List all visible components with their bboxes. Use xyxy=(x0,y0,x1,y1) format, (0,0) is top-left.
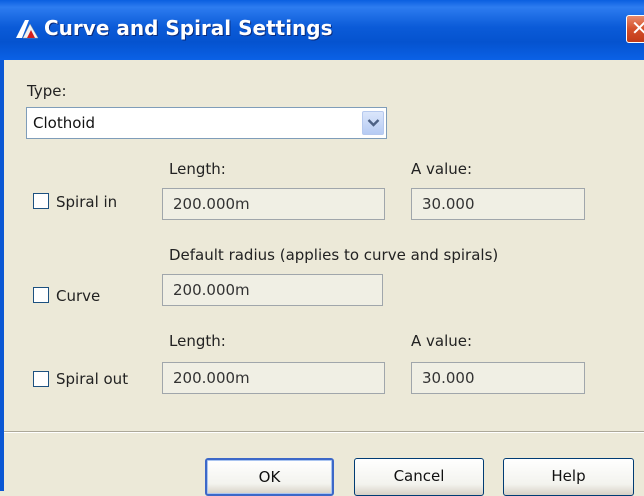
spiral-out-a-value-field[interactable]: 30.000 xyxy=(411,362,585,394)
spiral-in-checkbox[interactable] xyxy=(33,193,49,209)
spiral-out-a-value-label: A value: xyxy=(411,332,473,350)
spiral-in-a-value-label: A value: xyxy=(411,160,473,178)
spiral-out-checkbox[interactable] xyxy=(33,371,49,387)
spiral-in-a-value-field[interactable]: 30.000 xyxy=(411,188,585,220)
ok-button[interactable]: OK xyxy=(205,458,334,496)
default-radius-value: 200.000m xyxy=(173,281,250,299)
app-icon xyxy=(14,18,40,40)
spiral-in-length-label: Length: xyxy=(169,160,226,178)
spiral-out-length-value: 200.000m xyxy=(173,369,250,387)
title-bar[interactable]: Curve and Spiral Settings ✕ xyxy=(0,0,644,60)
curve-checkbox[interactable] xyxy=(33,287,49,303)
default-radius-label: Default radius (applies to curve and spi… xyxy=(169,246,499,264)
close-icon: ✕ xyxy=(631,16,644,40)
window-title: Curve and Spiral Settings xyxy=(44,16,333,40)
spiral-out-label[interactable]: Spiral out xyxy=(56,370,128,388)
type-dropdown-value: Clothoid xyxy=(33,114,96,132)
window-frame-left xyxy=(0,60,4,491)
spiral-out-length-field[interactable]: 200.000m xyxy=(162,362,385,394)
type-dropdown[interactable]: Clothoid xyxy=(26,107,387,139)
button-separator xyxy=(4,431,644,433)
type-label: Type: xyxy=(27,82,67,100)
help-button[interactable]: Help xyxy=(503,458,634,496)
chevron-down-icon[interactable] xyxy=(362,111,384,135)
spiral-in-label[interactable]: Spiral in xyxy=(56,193,117,211)
default-radius-field[interactable]: 200.000m xyxy=(162,274,383,306)
curve-label[interactable]: Curve xyxy=(56,287,100,305)
spiral-out-length-label: Length: xyxy=(169,332,226,350)
spiral-in-length-value: 200.000m xyxy=(173,195,250,213)
spiral-in-length-field[interactable]: 200.000m xyxy=(162,188,385,220)
spiral-in-a-value: 30.000 xyxy=(422,195,475,213)
spiral-out-a-value: 30.000 xyxy=(422,369,475,387)
close-button[interactable]: ✕ xyxy=(626,15,644,43)
cancel-button[interactable]: Cancel xyxy=(354,458,484,496)
